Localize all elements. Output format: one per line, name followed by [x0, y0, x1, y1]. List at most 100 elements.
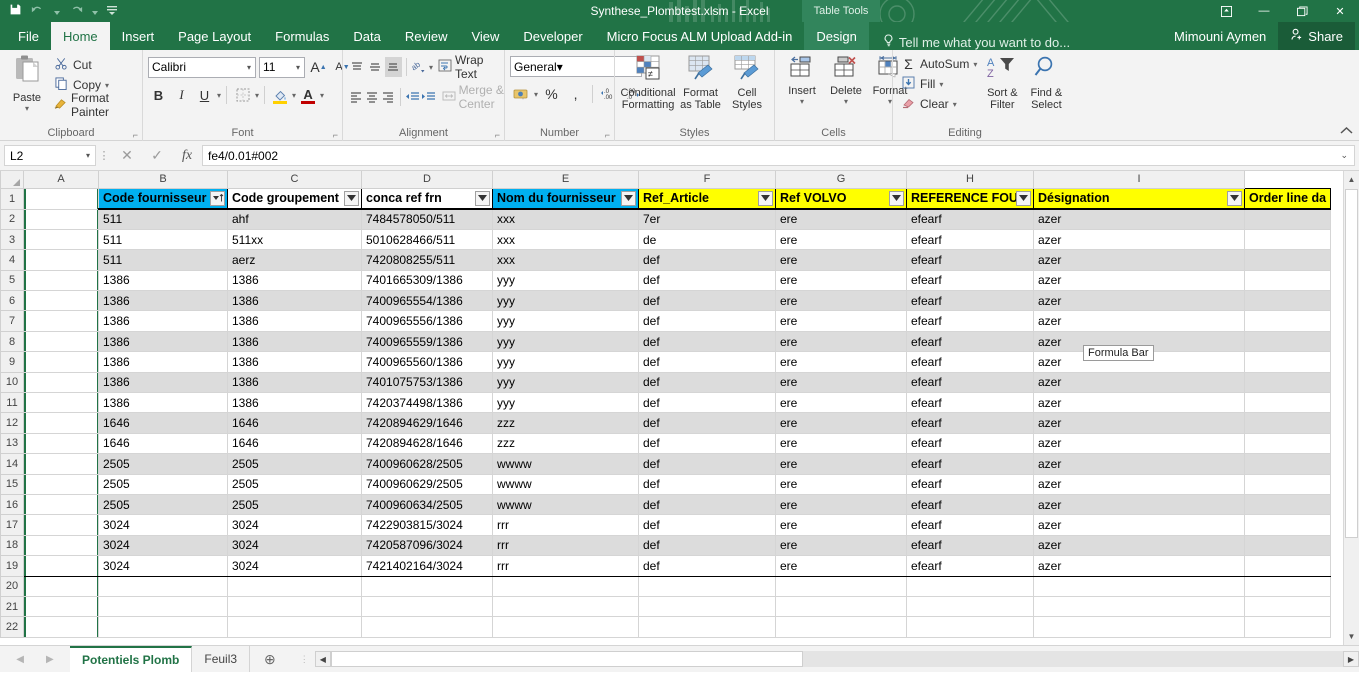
grid-cell[interactable]: 2505	[98, 474, 228, 495]
grid-cell[interactable]: azer	[1033, 555, 1245, 577]
grid-cell[interactable]: 2505	[227, 453, 362, 475]
table-header-ref-volvo[interactable]: Ref VOLVO	[775, 187, 907, 210]
grid-cell[interactable]: azer	[1033, 270, 1245, 292]
grid-cell[interactable]	[361, 616, 493, 638]
grid-cell[interactable]: azer	[1033, 412, 1245, 434]
redo-icon[interactable]	[69, 5, 83, 18]
grid-cell[interactable]: 1386	[227, 290, 362, 312]
align-left-button[interactable]	[348, 87, 363, 107]
grid-cell[interactable]: def	[638, 453, 776, 475]
table-row[interactable]: 11 1386 1386 7420374498/1386 yyy def ere efearf…	[0, 392, 1332, 414]
grid-cell[interactable]	[23, 576, 99, 597]
delete-cells-button[interactable]: Delete ▾	[824, 54, 868, 107]
table-row[interactable]: 20	[0, 575, 1332, 597]
grid-cell[interactable]: 1386	[98, 331, 228, 353]
grid-cell[interactable]: yyy	[492, 351, 639, 373]
grid-cell[interactable]: efearf	[906, 372, 1034, 394]
grid-cell[interactable]	[1033, 616, 1245, 638]
accounting-dropdown-icon[interactable]: ▾	[534, 90, 538, 99]
grid-cell[interactable]: def	[638, 310, 776, 332]
grid-cell[interactable]	[23, 535, 99, 557]
grid-cell[interactable]	[1244, 372, 1332, 394]
grid-cell[interactable]: 3024	[98, 535, 228, 557]
grid-cell[interactable]	[1244, 412, 1332, 434]
grid-cell[interactable]: aerz	[227, 249, 362, 271]
grid-cell[interactable]: def	[638, 351, 776, 373]
table-row[interactable]: 12 1646 1646 7420894629/1646 zzz def ere efearf…	[0, 412, 1332, 434]
horizontal-scroll-thumb[interactable]	[330, 651, 803, 667]
ribbon-group-cells[interactable]: Insert ▾ Delete ▾ Format ▾ Cells	[774, 50, 907, 141]
grid-cell[interactable]	[23, 555, 99, 577]
grid-cell[interactable]: efearf	[906, 249, 1034, 271]
fill-button[interactable]: Fill ▾	[898, 74, 980, 94]
clipboard-dialog-launcher[interactable]: ⌐	[133, 127, 138, 143]
window-buttons[interactable]: — ✕	[1207, 0, 1359, 22]
table-row[interactable]: 3 511 511xx 5010628466/511 xxx de ere efearf aze…	[0, 228, 1332, 251]
grid-cell[interactable]: def	[638, 372, 776, 394]
grid-cell[interactable]: 1386	[227, 351, 362, 373]
row-header-14[interactable]: 14	[0, 453, 24, 475]
grid-cell[interactable]	[227, 616, 362, 638]
grid-cell[interactable]: yyy	[492, 372, 639, 394]
name-box-dropdown-icon[interactable]: ▾	[86, 151, 90, 160]
row-header-6[interactable]: 6	[0, 290, 24, 312]
row-header-10[interactable]: 10	[0, 371, 24, 394]
grid-cell[interactable]: 3024	[227, 535, 362, 557]
horizontal-scrollbar[interactable]: ⋮ ◀ ▶	[290, 646, 1359, 672]
grid-cell[interactable]: 7420894629/1646	[361, 412, 493, 434]
grid-cell[interactable]: ere	[775, 310, 907, 332]
ribbon[interactable]: Paste ▾ Cut Copy ▾ Format Painter Clipbo…	[0, 50, 1359, 141]
table-header-d-signation[interactable]: Désignation	[1033, 187, 1245, 210]
grid-cell[interactable]	[492, 576, 639, 597]
cancel-icon[interactable]: ✕	[112, 145, 142, 167]
column-header-g[interactable]: G	[775, 171, 907, 189]
grid-cell[interactable]: yyy	[492, 392, 639, 414]
number-format-dropdown-icon[interactable]: ▾	[557, 60, 563, 74]
column-header-d[interactable]: D	[361, 171, 493, 189]
table-row[interactable]: 22	[0, 616, 1332, 638]
grid-cell[interactable]: efearf	[906, 209, 1034, 230]
ribbon-group-font[interactable]: Calibri ▾ 11 ▾ A ▲ A ▼ B I U ▾ ▾ ▾ A ▾ F…	[142, 50, 350, 141]
redo-dropdown-icon[interactable]	[92, 5, 98, 17]
grid-cell[interactable]	[23, 372, 99, 394]
filter-dropdown-icon[interactable]	[758, 190, 773, 206]
increase-indent-icon[interactable]	[421, 87, 436, 107]
grid-cell[interactable]	[775, 596, 907, 618]
grid-cell[interactable]: rrr	[492, 514, 639, 536]
tab-page-layout[interactable]: Page Layout	[166, 22, 263, 50]
number-dialog-launcher[interactable]: ⌐	[605, 127, 610, 143]
grid-cell[interactable]	[361, 596, 493, 618]
next-sheet-icon[interactable]: ▶	[46, 654, 54, 665]
grid-cell[interactable]: xxx	[492, 249, 639, 271]
grid-cell[interactable]: efearf	[906, 290, 1034, 312]
grid-cell[interactable]: ere	[775, 229, 907, 251]
grid-cell[interactable]: yyy	[492, 290, 639, 312]
confirm-icon[interactable]: ✓	[142, 145, 172, 167]
tab-view[interactable]: View	[459, 22, 511, 50]
table-row[interactable]: 19 3024 3024 7421402164/3024 rrr def ere efearf…	[0, 555, 1332, 577]
grid-cell[interactable]: efearf	[906, 535, 1034, 557]
grid-cell[interactable]: azer	[1033, 290, 1245, 312]
row-header-8[interactable]: 8	[0, 330, 24, 353]
grid-cell[interactable]	[1244, 229, 1332, 251]
grid-cell[interactable]: wwww	[492, 494, 639, 516]
grid-cell[interactable]	[1244, 433, 1332, 455]
grid-cell[interactable]: ere	[775, 412, 907, 434]
grid-cell[interactable]: azer	[1033, 474, 1245, 495]
table-row[interactable]: 14 2505 2505 7400960628/2505 wwww def ere efear…	[0, 453, 1332, 475]
percent-style-button[interactable]: %	[541, 84, 562, 105]
grid-cell[interactable]: efearf	[906, 453, 1034, 475]
filter-dropdown-icon[interactable]	[1016, 190, 1031, 206]
column-header-e[interactable]: E	[492, 171, 639, 189]
grid-cell[interactable]: wwww	[492, 474, 639, 495]
row-header-17[interactable]: 17	[0, 514, 24, 536]
table-header-nom-du-fournisseur[interactable]: Nom du fournisseur	[492, 187, 639, 210]
grid-cell[interactable]: 7420808255/511	[361, 249, 493, 271]
grid-cell[interactable]: 7400965559/1386	[361, 331, 493, 353]
grid-cell[interactable]	[1244, 270, 1332, 292]
row-header-16[interactable]: 16	[0, 493, 24, 516]
grid-cell[interactable]: ere	[775, 392, 907, 414]
filter-dropdown-icon[interactable]	[475, 190, 490, 206]
grid-cell[interactable]: zzz	[492, 433, 639, 455]
clear-button[interactable]: Clear ▾	[898, 94, 980, 114]
